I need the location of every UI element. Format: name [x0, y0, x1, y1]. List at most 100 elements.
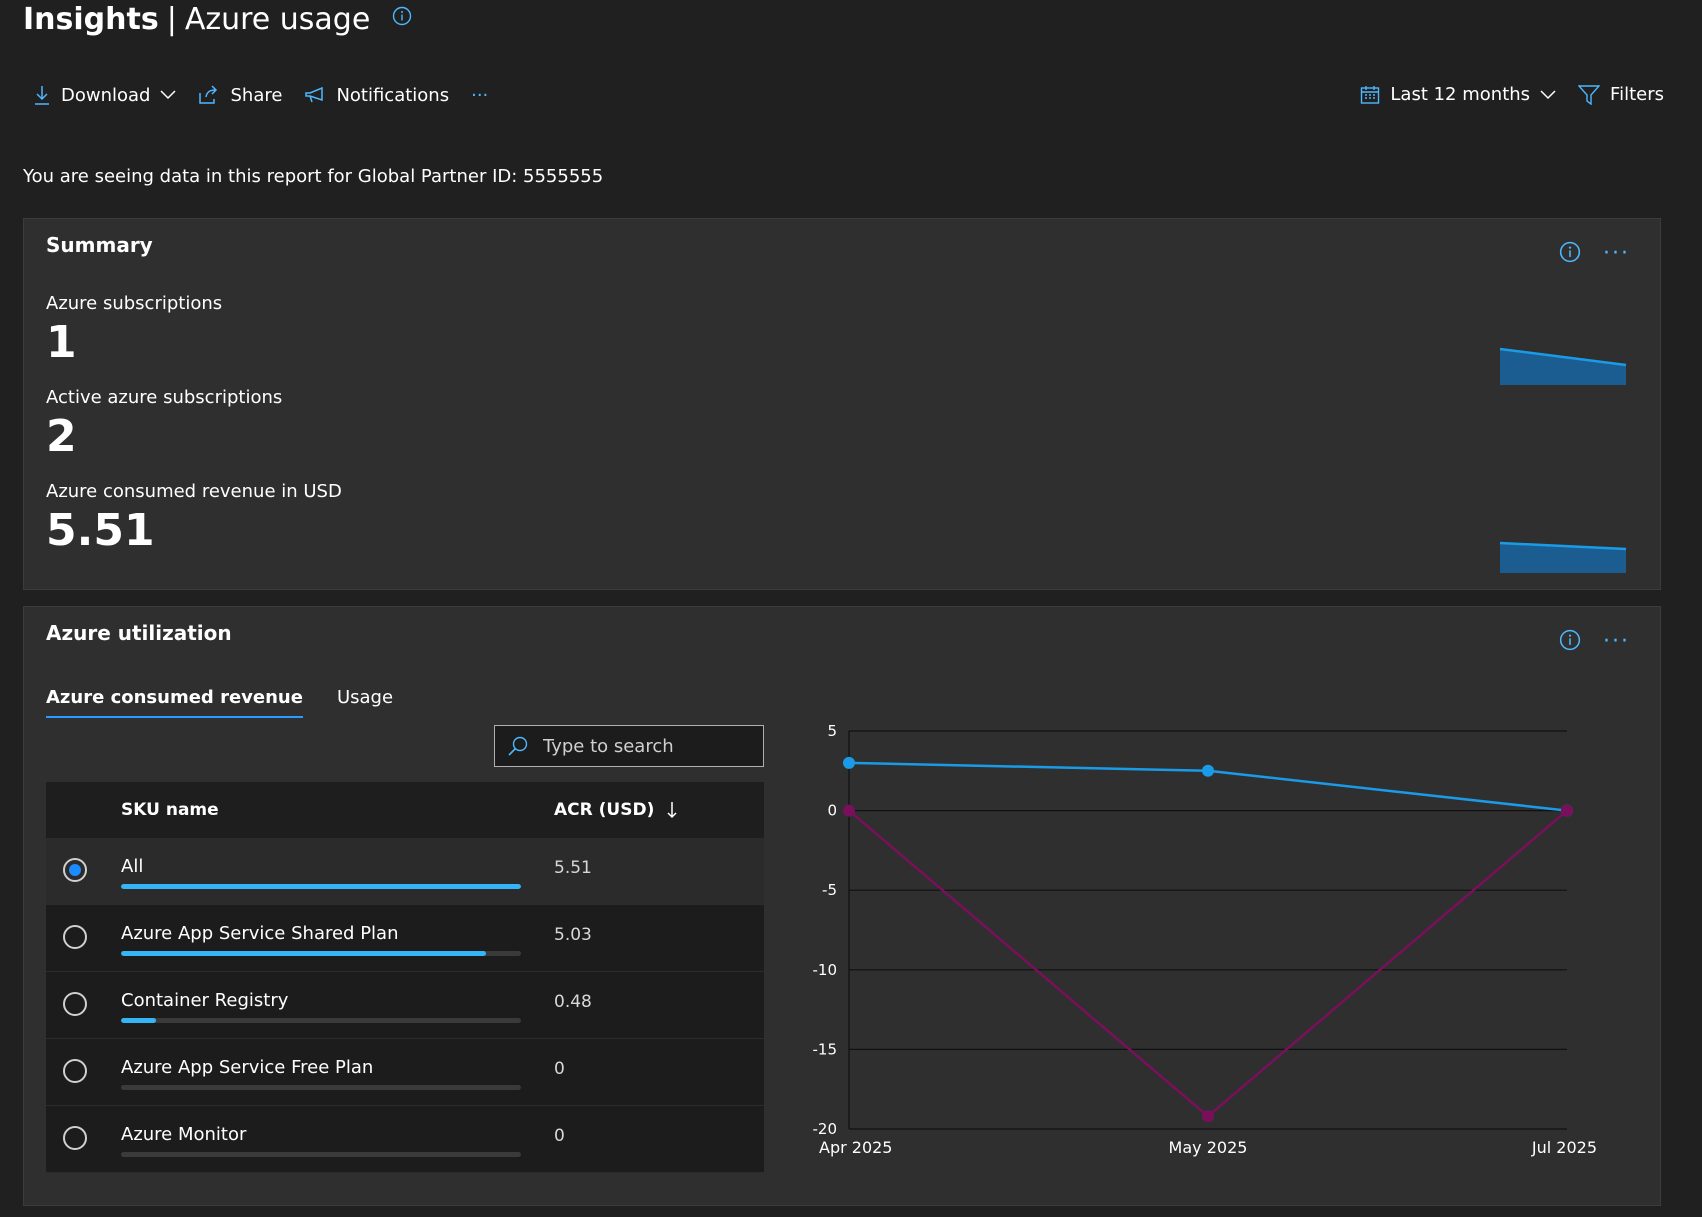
- sku-name: Container Registry: [121, 990, 289, 1011]
- acr-bar-fill: [121, 1018, 156, 1023]
- series-point-2: [1561, 804, 1573, 817]
- metric-label-subscriptions: Azure subscriptions: [46, 293, 223, 314]
- acr-value: 5.51: [554, 858, 592, 878]
- x-tick-label: Apr 2025: [819, 1138, 892, 1157]
- sparkline-subscriptions: [1499, 347, 1627, 385]
- acr-value: 5.03: [554, 925, 592, 945]
- acr-bar: [121, 1152, 521, 1157]
- command-bar: Download Share Notifications ···: [33, 84, 510, 106]
- more-options-button[interactable]: ···: [471, 85, 488, 106]
- acr-bar-fill: [121, 884, 521, 889]
- metric-value-active-subscriptions: 2: [46, 411, 77, 462]
- info-icon[interactable]: [392, 0, 412, 34]
- share-button[interactable]: Share: [198, 85, 282, 106]
- more-options-icon[interactable]: ···: [1603, 243, 1630, 265]
- summary-title: Summary: [46, 233, 153, 257]
- calendar-icon: [1361, 85, 1380, 104]
- acr-bar: [121, 884, 521, 889]
- utilization-title: Azure utilization: [46, 621, 232, 645]
- sku-name: Azure App Service Free Plan: [121, 1057, 374, 1078]
- share-label: Share: [230, 84, 283, 106]
- column-header-acr-label: ACR (USD): [554, 800, 655, 820]
- sku-name: Azure Monitor: [121, 1124, 247, 1145]
- row-radio[interactable]: [63, 1059, 87, 1083]
- filters-button[interactable]: Filters: [1578, 84, 1664, 105]
- filters-label: Filters: [1610, 84, 1664, 105]
- acr-value: 0: [554, 1059, 565, 1079]
- y-tick-label: -5: [822, 881, 837, 899]
- tab-usage[interactable]: Usage: [337, 687, 393, 718]
- row-radio[interactable]: [63, 1126, 87, 1150]
- y-tick-label: 5: [827, 722, 837, 740]
- y-tick-label: 0: [827, 802, 837, 820]
- sparkline-revenue: [1499, 541, 1627, 573]
- sku-name: All: [121, 856, 144, 877]
- row-radio[interactable]: [63, 925, 87, 949]
- x-tick-label: May 2025: [1169, 1138, 1248, 1157]
- download-label: Download: [61, 84, 151, 106]
- share-icon: [199, 85, 218, 104]
- tab-azure-consumed-revenue[interactable]: Azure consumed revenue: [46, 687, 303, 718]
- partner-notice: You are seeing data in this report for G…: [23, 166, 604, 187]
- acr-bar: [121, 951, 521, 956]
- y-tick-label: -20: [813, 1120, 838, 1138]
- utilization-tabs: Azure consumed revenue Usage: [46, 687, 427, 718]
- chevron-down-icon: [1540, 89, 1556, 99]
- y-tick-label: -10: [813, 961, 838, 979]
- more-icon: ···: [471, 84, 489, 106]
- acr-bar-fill: [121, 951, 487, 956]
- x-tick-label: Jul 2025: [1531, 1138, 1597, 1157]
- metric-label-active-subscriptions: Active azure subscriptions: [46, 387, 283, 408]
- series-point-1: [843, 756, 855, 769]
- info-icon[interactable]: [1559, 629, 1581, 655]
- sku-table: SKU name ACR (USD) All 5.51 Azure App Serv…: [46, 782, 764, 1173]
- table-row[interactable]: Azure Monitor 0: [46, 1106, 764, 1173]
- page-title-section: Insights: [23, 2, 159, 37]
- date-range-picker[interactable]: Last 12 months: [1360, 84, 1556, 105]
- metric-value-subscriptions: 1: [46, 317, 77, 368]
- acr-value: 0.48: [554, 992, 592, 1012]
- filter-icon: [1578, 84, 1601, 105]
- table-row[interactable]: Azure App Service Free Plan 0: [46, 1039, 764, 1106]
- series-line-2: [848, 809, 1568, 1118]
- column-header-acr[interactable]: ACR (USD): [554, 800, 678, 820]
- megaphone-icon: [305, 86, 324, 103]
- y-tick-label: -15: [813, 1040, 838, 1058]
- chevron-down-icon: [160, 90, 177, 100]
- acr-line-chart: 5 0 -5 -10 -15 -20Apr 2025 May 2025 Jul 2025: [813, 722, 1598, 1157]
- metric-label-consumed-revenue: Azure consumed revenue in USD: [46, 481, 342, 502]
- search-icon: [508, 736, 528, 756]
- column-header-sku[interactable]: SKU name: [121, 800, 219, 820]
- date-range-label: Last 12 months: [1390, 84, 1531, 105]
- search-input[interactable]: [541, 734, 755, 758]
- row-radio[interactable]: [63, 992, 87, 1016]
- table-row[interactable]: All 5.51: [46, 838, 764, 905]
- table-body: All 5.51 Azure App Service Shared Plan 5.03…: [46, 838, 764, 1173]
- sku-name: Azure App Service Shared Plan: [121, 923, 399, 944]
- info-icon[interactable]: [1559, 241, 1581, 267]
- notifications-button[interactable]: Notifications: [304, 85, 449, 106]
- search-box: [494, 725, 764, 767]
- acr-bar: [121, 1018, 521, 1023]
- more-options-icon[interactable]: ···: [1603, 631, 1630, 653]
- download-icon: [35, 86, 49, 105]
- summary-card: Summary ··· Azure subscriptions 1 Active…: [23, 218, 1661, 590]
- page-title: Insights | Azure usage: [23, 2, 412, 37]
- sort-descending-icon: [667, 802, 677, 819]
- acr-bar: [121, 1085, 521, 1090]
- series-point-2: [1202, 1110, 1214, 1123]
- utilization-card: Azure utilization ··· Azure consumed rev…: [23, 606, 1661, 1206]
- table-header: SKU name ACR (USD): [46, 782, 764, 838]
- summary-tools: ···: [1559, 241, 1630, 267]
- series-point-2: [843, 804, 855, 817]
- metric-value-consumed-revenue: 5.51: [46, 505, 155, 556]
- row-radio[interactable]: [63, 858, 87, 882]
- download-button[interactable]: Download: [33, 84, 177, 106]
- page-title-name: Azure usage: [184, 2, 371, 37]
- utilization-tools: ···: [1559, 629, 1630, 655]
- table-row[interactable]: Container Registry 0.48: [46, 972, 764, 1039]
- series-point-1: [1202, 764, 1214, 777]
- title-separator: |: [166, 2, 177, 37]
- table-row[interactable]: Azure App Service Shared Plan 5.03: [46, 905, 764, 972]
- acr-value: 0: [554, 1126, 565, 1146]
